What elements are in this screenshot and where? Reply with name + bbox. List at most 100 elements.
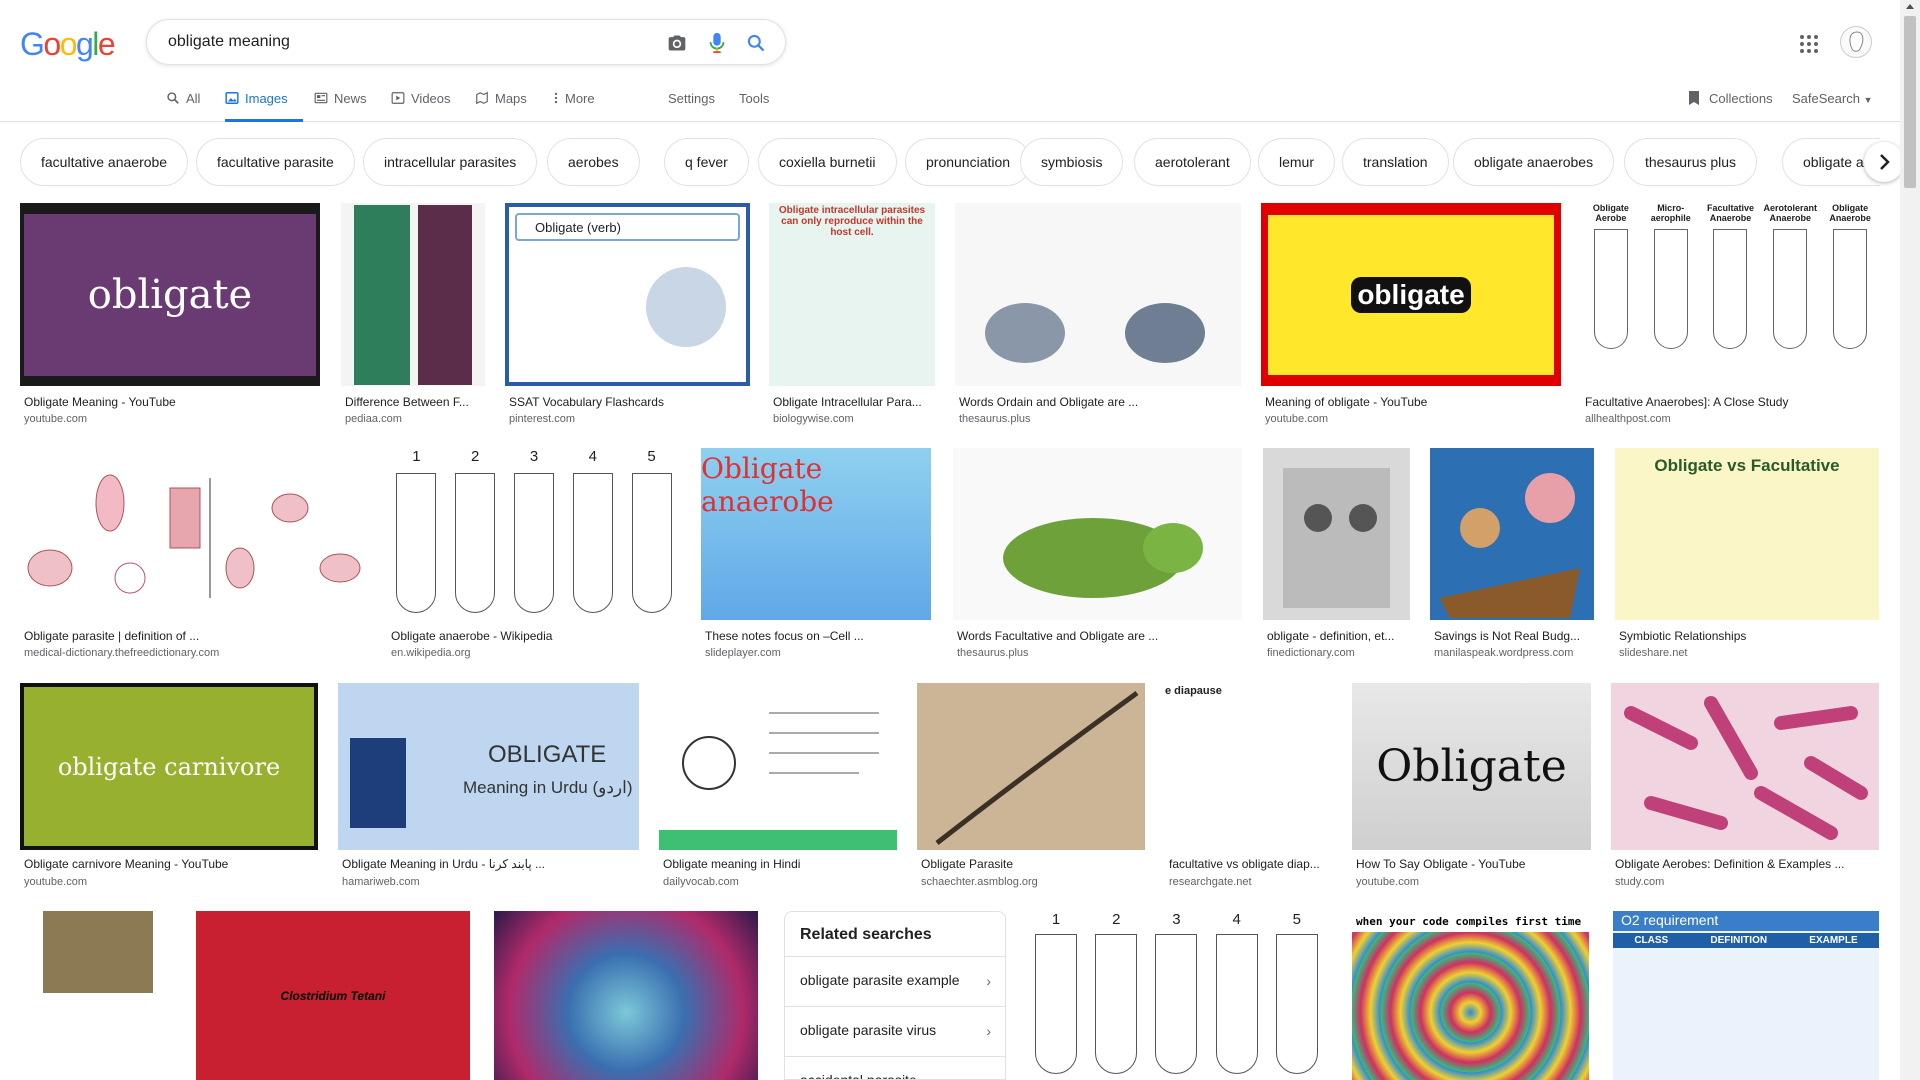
result-source[interactable]: thesaurus.plus: [957, 647, 1029, 659]
image-result[interactable]: Words Facultative and Obligate are ... t…: [953, 448, 1242, 662]
result-caption[interactable]: These notes focus on –Cell ...: [705, 629, 931, 643]
chip[interactable]: aerotolerant: [1134, 138, 1251, 186]
result-source[interactable]: youtube.com: [1265, 413, 1328, 425]
result-source[interactable]: finedictionary.com: [1267, 647, 1355, 659]
related-search-item[interactable]: obligate parasite virus ›: [785, 1006, 1005, 1056]
image-result[interactable]: Obligate intracellular parasites can onl…: [769, 203, 935, 428]
chip[interactable]: symbiosis: [1020, 138, 1124, 186]
result-source[interactable]: allhealthpost.com: [1585, 413, 1671, 425]
result-source[interactable]: en.wikipedia.org: [391, 647, 471, 659]
result-thumbnail[interactable]: 1 2 3 4 5: [1026, 911, 1327, 1080]
result-thumbnail[interactable]: OBLIGATE Meaning in Urdu (اردو): [338, 683, 639, 850]
chip[interactable]: coxiella burnetii: [758, 138, 897, 186]
result-thumbnail[interactable]: O2 requirement CLASS DEFINITION EXAMPLE: [1613, 911, 1879, 1080]
chip[interactable]: q fever: [664, 138, 749, 186]
result-caption[interactable]: obligate - definition, et...: [1267, 629, 1410, 643]
image-result[interactable]: Obligate (verb) SSAT Vocabulary Flashcar…: [505, 203, 750, 428]
result-source[interactable]: schaechter.asmblog.org: [921, 876, 1038, 888]
related-search-item[interactable]: obligate parasite example ›: [785, 956, 1005, 1006]
result-caption[interactable]: SSAT Vocabulary Flashcards: [509, 395, 749, 409]
tab-videos[interactable]: Videos: [391, 86, 451, 122]
result-source[interactable]: thesaurus.plus: [959, 413, 1031, 425]
image-result[interactable]: O2 requirement CLASS DEFINITION EXAMPLE: [1613, 911, 1879, 1080]
result-caption[interactable]: Obligate Meaning - YouTube: [24, 395, 314, 409]
result-source[interactable]: biologywise.com: [773, 413, 854, 425]
tab-news[interactable]: News: [314, 86, 367, 122]
result-thumbnail[interactable]: [953, 448, 1242, 620]
result-thumbnail[interactable]: [1263, 448, 1410, 620]
collections-link[interactable]: Collections: [1687, 90, 1773, 106]
result-caption[interactable]: Words Facultative and Obligate are ...: [957, 629, 1242, 643]
image-result[interactable]: obligate carnivore Obligate carnivore Me…: [20, 683, 318, 893]
result-caption[interactable]: Obligate Aerobes: Definition & Examples …: [1615, 857, 1879, 871]
scrollbar-thumb[interactable]: [1904, 16, 1916, 188]
result-caption[interactable]: Difference Between F...: [345, 395, 485, 409]
result-source[interactable]: youtube.com: [1356, 876, 1419, 888]
result-caption[interactable]: Obligate Intracellular Para...: [773, 395, 935, 409]
search-box[interactable]: obligate meaning: [146, 19, 786, 65]
result-thumbnail[interactable]: [20, 911, 176, 1080]
result-source[interactable]: youtube.com: [24, 413, 87, 425]
result-thumbnail[interactable]: [20, 448, 367, 620]
scroll-up-arrow-icon[interactable]: [1906, 4, 1914, 9]
image-result[interactable]: Obligate Aerobes: Definition & Examples …: [1611, 683, 1879, 893]
result-thumbnail[interactable]: Obligate (verb): [505, 203, 750, 386]
result-thumbnail[interactable]: [1611, 683, 1879, 850]
result-thumbnail[interactable]: [917, 683, 1145, 850]
image-result[interactable]: OBLIGATE Meaning in Urdu (اردو) Obligate…: [338, 683, 639, 893]
result-thumbnail[interactable]: obligate: [20, 203, 320, 386]
result-caption[interactable]: Obligate anaerobe - Wikipedia: [391, 629, 681, 643]
result-thumbnail[interactable]: [1430, 448, 1594, 620]
result-thumbnail[interactable]: 1 2 3 4 5: [387, 448, 681, 620]
related-search-item[interactable]: accidental parasite ›: [785, 1056, 1005, 1079]
chip[interactable]: facultative parasite: [196, 138, 355, 186]
chips-next-button[interactable]: [1864, 142, 1904, 182]
chip[interactable]: lemur: [1258, 138, 1336, 186]
result-caption[interactable]: Words Ordain and Obligate are ...: [959, 395, 1241, 409]
search-icon[interactable]: [744, 31, 768, 55]
image-result[interactable]: obligate Obligate Meaning - YouTube yout…: [20, 203, 320, 428]
result-thumbnail[interactable]: Obligate intracellular parasites can onl…: [769, 203, 935, 386]
result-source[interactable]: slideshare.net: [1619, 647, 1688, 659]
tab-images[interactable]: Images: [225, 86, 303, 122]
result-thumbnail[interactable]: Clostridium Tetani: [196, 911, 470, 1080]
image-result[interactable]: Obligate anaerobe These notes focus on –…: [701, 448, 931, 662]
result-source[interactable]: study.com: [1615, 876, 1664, 888]
result-source[interactable]: dailyvocab.com: [663, 876, 739, 888]
image-result[interactable]: Obligate How To Say Obligate - YouTube y…: [1352, 683, 1591, 893]
image-result[interactable]: Obligate vs Facultative Symbiotic Relati…: [1615, 448, 1879, 662]
image-result[interactable]: Obligate parasite | definition of ... me…: [20, 448, 367, 662]
tab-maps[interactable]: Maps: [475, 86, 527, 122]
image-result[interactable]: [494, 911, 758, 1080]
result-thumbnail[interactable]: Obligate vs Facultative: [1615, 448, 1879, 620]
result-thumbnail[interactable]: [341, 203, 485, 386]
image-result[interactable]: Clostridium Tetani: [196, 911, 470, 1080]
image-result[interactable]: when your code compiles first time: [1352, 911, 1589, 1080]
search-input[interactable]: obligate meaning: [168, 33, 290, 51]
result-thumbnail[interactable]: Obligate Aerobe Micro-aerophile Facultat…: [1581, 203, 1880, 386]
result-caption[interactable]: Obligate meaning in Hindi: [663, 857, 897, 871]
camera-icon[interactable]: [665, 31, 689, 55]
result-thumbnail[interactable]: Obligate anaerobe: [701, 448, 931, 620]
tab-all[interactable]: All: [166, 86, 200, 122]
result-caption[interactable]: Obligate Parasite: [921, 857, 1145, 871]
result-thumbnail[interactable]: [494, 911, 758, 1080]
result-thumbnail[interactable]: obligate carnivore: [20, 683, 318, 850]
chip[interactable]: translation: [1342, 138, 1449, 186]
result-thumbnail[interactable]: obligate: [1261, 203, 1561, 386]
avatar[interactable]: [1840, 26, 1872, 58]
chip[interactable]: obligate anaerobes: [1453, 138, 1615, 186]
chip[interactable]: thesaurus plus: [1624, 138, 1758, 186]
tab-more[interactable]: More: [553, 86, 595, 122]
result-source[interactable]: manilaspeak.wordpress.com: [1434, 647, 1573, 659]
result-caption[interactable]: Obligate parasite | definition of ...: [24, 629, 364, 643]
result-thumbnail[interactable]: [659, 683, 897, 850]
image-result[interactable]: Obligate Aerobe Micro-aerophile Facultat…: [1581, 203, 1880, 428]
result-thumbnail[interactable]: e diapause: [1165, 683, 1331, 850]
google-logo[interactable]: Google: [20, 26, 116, 63]
result-thumbnail[interactable]: when your code compiles first time: [1352, 911, 1589, 1080]
image-result[interactable]: Obligate meaning in Hindi dailyvocab.com: [659, 683, 897, 893]
page-scrollbar[interactable]: [1900, 0, 1920, 1080]
result-source[interactable]: researchgate.net: [1169, 876, 1252, 888]
result-thumbnail[interactable]: [955, 203, 1241, 386]
